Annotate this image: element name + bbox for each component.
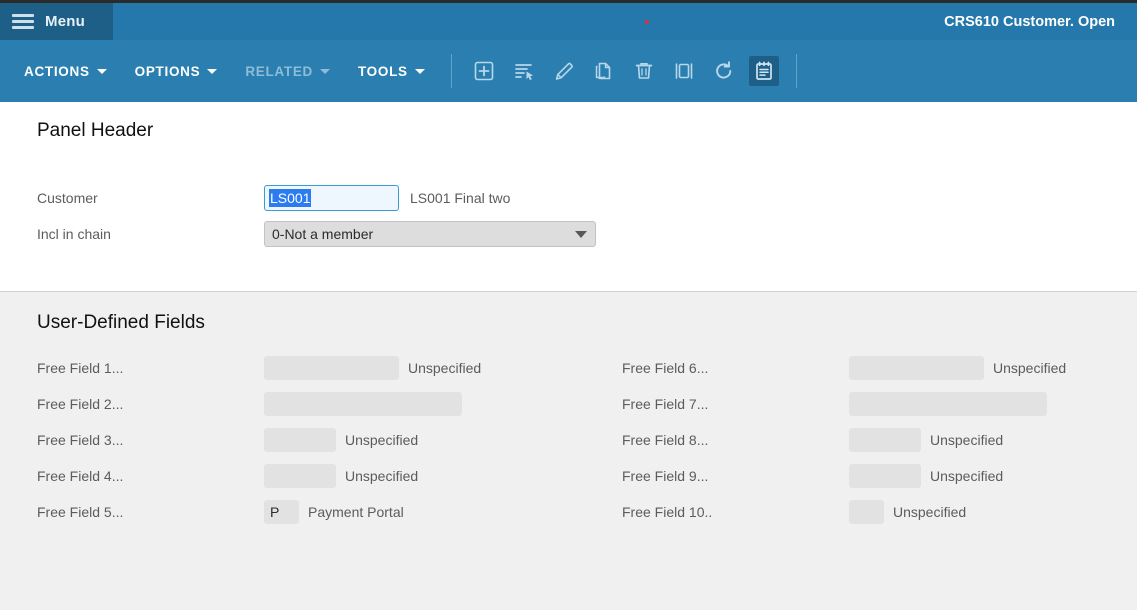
menu-options-label: OPTIONS [134,63,201,79]
chevron-down-icon [575,230,587,238]
udf-row-label: Free Field 2... [37,396,124,412]
udf-row-label: Free Field 6... [622,360,709,376]
incl-in-chain-select[interactable]: 0-Not a member [264,221,596,247]
menu-related: RELATED [231,40,344,102]
udf-row: Free Field 2... [37,386,481,422]
menu-tools-label: TOOLS [357,63,408,79]
incl-in-chain-value: 0-Not a member [272,226,374,242]
notes-icon[interactable] [748,56,779,86]
customer-input-value: LS001 [269,189,312,207]
add-icon[interactable] [469,56,499,86]
incl-in-chain-row: Incl in chain 0-Not a member [37,221,596,247]
udf-row-label: Free Field 1... [37,360,124,376]
delete-trash-icon[interactable] [629,56,659,86]
udf-row: Free Field 3... Unspecified [37,422,481,458]
udf-row-input[interactable] [849,428,921,452]
udf-left-column: Free Field 1... Unspecified Free Field 2..… [37,350,481,530]
udf-row: Free Field 1... Unspecified [37,350,481,386]
udf-row-description: Unspecified [345,468,419,484]
udf-row-description: Unspecified [930,432,1004,448]
menu-related-label: RELATED [245,63,313,79]
section-title: User-Defined Fields [37,312,205,333]
customer-description: LS001 Final two [410,190,511,206]
title-bar: Menu CRS610 Customer. Open [0,3,1137,40]
menu-actions-label: ACTIONS [24,63,90,79]
customer-label: Customer [37,190,98,206]
edit-pencil-icon[interactable] [549,56,579,86]
refresh-icon[interactable] [709,56,739,86]
menu-options[interactable]: OPTIONS [121,40,232,102]
udf-row: Free Field 8... Unspecified [622,422,1066,458]
toolbar-divider [795,54,797,88]
chevron-down-icon [319,68,330,74]
udf-row-description: Unspecified [345,432,419,448]
udf-row-input[interactable] [264,392,462,416]
udf-row: Free Field 10.. Unspecified [622,494,1066,530]
udf-row-description: Unspecified [893,504,967,520]
udf-row-label: Free Field 3... [37,432,124,448]
customer-input[interactable]: LS001 [264,185,399,211]
udf-row-description: Payment Portal [308,504,404,520]
udf-row-input[interactable] [264,464,336,488]
udf-row-input[interactable] [849,392,1047,416]
window-title: CRS610 Customer. Open [944,13,1115,30]
udf-row-label: Free Field 8... [622,432,709,448]
toolbar-divider [450,54,452,88]
udf-row-input[interactable] [849,500,884,524]
udf-row: Free Field 4... Unspecified [37,458,481,494]
chevron-down-icon [414,68,425,74]
customer-row: Customer LS001 LS001 Final two [37,185,510,211]
modified-indicator-icon [645,20,649,24]
udf-row: Free Field 9... Unspecified [622,458,1066,494]
udf-row: Free Field 5... P Payment Portal [37,494,481,530]
chevron-down-icon [207,68,218,74]
udf-row-description: Unspecified [993,360,1067,376]
incl-in-chain-label: Incl in chain [37,226,111,242]
panel-header-section: Panel Header Customer LS001 LS001 Final … [0,102,1137,292]
user-defined-fields-section: User-Defined Fields Free Field 1... Unspe… [0,292,1137,610]
menu-actions[interactable]: ACTIONS [0,40,121,102]
udf-row-label: Free Field 5... [37,504,124,520]
udf-row: Free Field 6... Unspecified [622,350,1066,386]
duplicate-icon[interactable] [669,56,699,86]
udf-row-label: Free Field 10.. [622,504,713,520]
menu-tools[interactable]: TOOLS [344,40,439,102]
udf-row-label: Free Field 9... [622,468,709,484]
udf-row-description: Unspecified [930,468,1004,484]
udf-row-description: Unspecified [408,360,482,376]
udf-row-input[interactable] [849,356,984,380]
title-bar-spacer [113,3,944,40]
page-title: Panel Header [37,120,154,141]
copy-icon[interactable] [589,56,619,86]
menu-button[interactable]: Menu [0,3,113,40]
udf-right-column: Free Field 6... Unspecified Free Field 7..… [622,350,1066,530]
chevron-down-icon [96,68,107,74]
udf-row-label: Free Field 7... [622,396,709,412]
udf-row-input[interactable] [264,428,336,452]
menu-button-label: Menu [45,13,85,30]
udf-row-input[interactable] [264,356,399,380]
udf-row-input[interactable] [849,464,921,488]
udf-row-input[interactable]: P [264,500,299,524]
select-list-icon[interactable] [509,56,539,86]
action-toolbar: ACTIONS OPTIONS RELATED TOOLS [0,40,1137,102]
hamburger-icon [12,14,34,29]
udf-row: Free Field 7... [622,386,1066,422]
udf-row-label: Free Field 4... [37,468,124,484]
